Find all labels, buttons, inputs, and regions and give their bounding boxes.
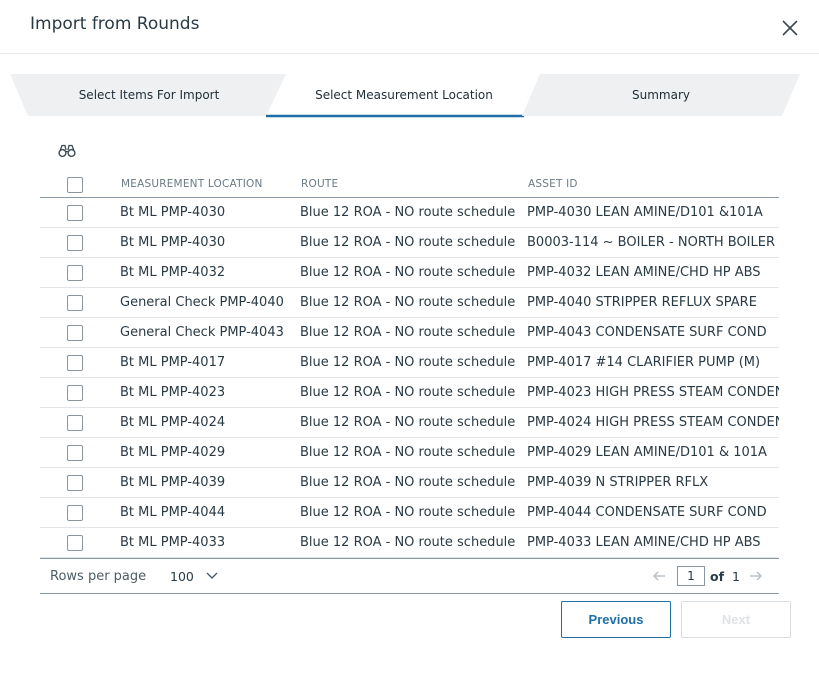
import-dialog: Import from Rounds Select Items For Impo… [0,0,819,691]
table-row[interactable]: General Check PMP-4040 Blue 12 ROA - NO r… [40,288,779,318]
cell-location: Bt ML PMP-4029 [120,445,226,460]
table-row[interactable]: Bt ML PMP-4032 Blue 12 ROA - NO route sch… [40,258,779,288]
cell-route: Blue 12 ROA - NO route schedule [300,415,516,430]
cell-location: Bt ML PMP-4033 [120,535,226,550]
cell-asset: PMP-4032 LEAN AMINE/CHD HP ABS [527,265,761,280]
cell-route: Blue 12 ROA - NO route schedule [300,535,516,550]
table-row[interactable]: Bt ML PMP-4033 Blue 12 ROA - NO route sch… [40,528,779,558]
row-checkbox[interactable] [67,385,83,401]
cell-route: Blue 12 ROA - NO route schedule [300,325,516,340]
cell-route: Blue 12 ROA - NO route schedule [300,295,516,310]
column-header-location[interactable]: MEASUREMENT LOCATION [121,178,263,190]
arrow-right-icon[interactable] [749,569,763,583]
column-header-route[interactable]: ROUTE [301,178,338,190]
cell-asset: PMP-4040 STRIPPER REFLUX SPARE [527,295,757,310]
cell-asset: PMP-4030 LEAN AMINE/D101 &101A [527,205,763,220]
step-label: Select Measurement Location [315,88,493,102]
row-checkbox[interactable] [67,235,83,251]
pagination-bar: Rows per page 100 1 of 1 [40,558,779,594]
cell-asset: PMP-4017 #14 CLARIFIER PUMP (M) [527,355,761,370]
cell-route: Blue 12 ROA - NO route schedule [300,355,516,370]
row-checkbox[interactable] [67,415,83,431]
step-label: Summary [632,88,690,102]
row-checkbox[interactable] [67,475,83,491]
rows-per-page-select[interactable]: 100 [170,567,222,587]
cell-location: Bt ML PMP-4032 [120,265,226,280]
previous-button[interactable]: Previous [561,601,671,638]
cell-asset: PMP-4033 LEAN AMINE/CHD HP ABS [527,535,761,550]
cell-asset: PMP-4039 N STRIPPER RFLX [527,475,709,490]
cell-location: Bt ML PMP-4039 [120,475,226,490]
row-checkbox[interactable] [67,325,83,341]
cell-location: Bt ML PMP-4023 [120,385,226,400]
cell-asset: PMP-4043 CONDENSATE SURF COND [527,325,767,340]
of-label: of [710,569,725,584]
table-row[interactable]: General Check PMP-4043 Blue 12 ROA - NO r… [40,318,779,348]
table-row[interactable]: Bt ML PMP-4024 Blue 12 ROA - NO route sch… [40,408,779,438]
page-count: of 1 [710,569,740,584]
step-summary[interactable]: Summary [522,74,800,116]
arrow-left-icon[interactable] [652,569,666,583]
dialog-title: Import from Rounds [30,14,200,34]
table-row[interactable]: Bt ML PMP-4030 Blue 12 ROA - NO route sch… [40,198,779,228]
chevron-down-icon [206,572,218,579]
row-checkbox[interactable] [67,505,83,521]
table-body: Bt ML PMP-4030 Blue 12 ROA - NO route sch… [40,198,779,558]
cell-location: General Check PMP-4043 [120,325,284,340]
table-row[interactable]: Bt ML PMP-4017 Blue 12 ROA - NO route sch… [40,348,779,378]
cell-asset: PMP-4044 CONDENSATE SURF COND [527,505,767,520]
cell-location: Bt ML PMP-4030 [120,205,226,220]
cell-location: Bt ML PMP-4017 [120,355,226,370]
cell-asset: PMP-4023 HIGH PRESS STEAM CONDENSATE [527,385,779,400]
next-button[interactable]: Next [681,601,791,638]
cell-location: Bt ML PMP-4044 [120,505,226,520]
dialog-header: Import from Rounds [0,0,819,54]
total-pages: 1 [732,569,740,584]
table-row[interactable]: Bt ML PMP-4023 Blue 12 ROA - NO route sch… [40,378,779,408]
rows-per-page-value: 100 [170,569,194,584]
row-checkbox[interactable] [67,205,83,221]
step-select-items[interactable]: Select Items For Import [10,74,288,116]
table-row[interactable]: Bt ML PMP-4029 Blue 12 ROA - NO route sch… [40,438,779,468]
cell-asset: PMP-4029 LEAN AMINE/D101 & 101A [527,445,767,460]
cell-asset: B0003-114 ~ BOILER - NORTH BOILER HOUSE [527,235,779,250]
select-all-checkbox[interactable] [67,177,83,193]
cell-route: Blue 12 ROA - NO route schedule [300,385,516,400]
cell-location: Bt ML PMP-4030 [120,235,226,250]
cell-route: Blue 12 ROA - NO route schedule [300,265,516,280]
binoculars-icon[interactable] [58,144,76,158]
row-checkbox[interactable] [67,445,83,461]
cell-route: Blue 12 ROA - NO route schedule [300,445,516,460]
table-row[interactable]: Bt ML PMP-4039 Blue 12 ROA - NO route sch… [40,468,779,498]
table-row[interactable]: Bt ML PMP-4044 Blue 12 ROA - NO route sch… [40,498,779,528]
step-select-measurement-location[interactable]: Select Measurement Location [266,74,542,118]
cell-location: General Check PMP-4040 [120,295,284,310]
table-row[interactable]: Bt ML PMP-4030 Blue 12 ROA - NO route sch… [40,228,779,258]
row-checkbox[interactable] [67,535,83,551]
wizard-stepper: Select Items For Import Select Measureme… [0,74,819,118]
cell-route: Blue 12 ROA - NO route schedule [300,505,516,520]
column-header-asset-id[interactable]: ASSET ID [528,178,578,190]
table-header: MEASUREMENT LOCATION ROUTE ASSET ID [40,170,779,198]
cell-asset: PMP-4024 HIGH PRESS STEAM CONDENSATE [527,415,779,430]
step-label: Select Items For Import [78,88,220,102]
cell-route: Blue 12 ROA - NO route schedule [300,205,516,220]
measurement-location-table: MEASUREMENT LOCATION ROUTE ASSET ID Bt M… [40,170,779,558]
close-icon[interactable] [780,18,800,38]
page-number-input[interactable]: 1 [677,566,705,586]
row-checkbox[interactable] [67,265,83,281]
cell-location: Bt ML PMP-4024 [120,415,226,430]
cell-route: Blue 12 ROA - NO route schedule [300,475,516,490]
row-checkbox[interactable] [67,355,83,371]
row-checkbox[interactable] [67,295,83,311]
rows-per-page-label: Rows per page [50,569,147,584]
cell-route: Blue 12 ROA - NO route schedule [300,235,516,250]
